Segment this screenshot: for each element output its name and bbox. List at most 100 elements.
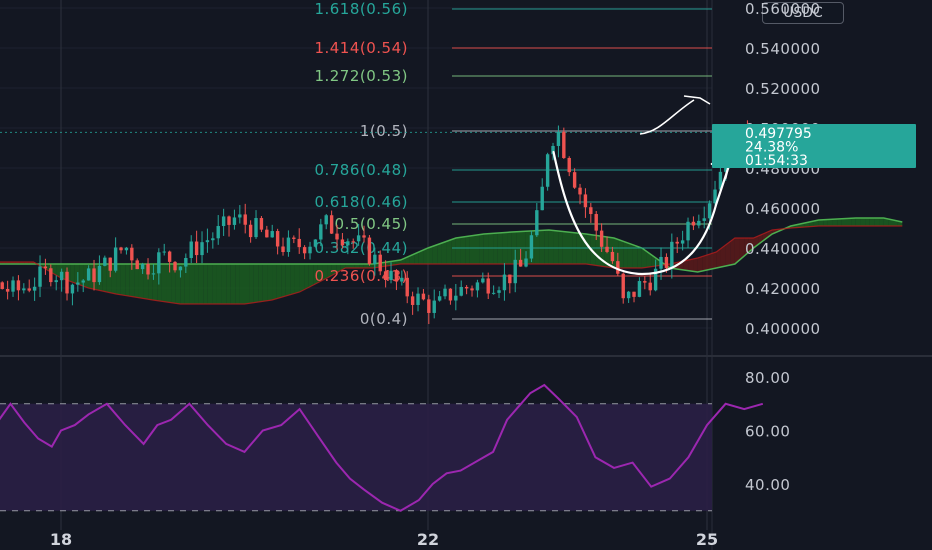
candle-body [594,214,598,231]
candle-body [637,281,642,297]
candle-body [583,194,588,208]
cloud-segment [102,264,107,292]
cloud-segment [432,244,438,264]
cloud-segment [258,264,263,302]
candle-body [675,241,679,244]
cloud-segment [207,264,213,304]
candle-body [373,254,377,265]
candle-body [184,258,188,267]
fib-label: 0(0.4) [360,310,408,328]
candle-body [313,239,318,247]
candle-body [16,280,21,291]
candle-body [119,247,123,251]
candle-body [437,296,442,301]
candle-body [5,288,10,292]
candle-body [432,300,436,313]
price-tick-label: 0.520000 [745,80,821,98]
cloud-segment [285,264,291,296]
candle-body [329,215,334,234]
cloud-segment [469,235,475,264]
candle-body [497,290,501,293]
cloud-segment [441,241,447,264]
cloud-segment [189,264,195,304]
candle-body [535,210,539,236]
candle-body [556,131,561,146]
candle-body [367,237,372,265]
price-chart[interactable]: 1.618(0.56) 1.414(0.54) 1.272(0.53) 1(0.5) 0… [0,0,932,550]
cloud-segment [70,264,75,283]
candle-body [81,280,85,283]
candle-body [146,263,150,275]
cloud-segment [446,239,452,264]
candle-body [22,288,26,291]
cloud-segment [865,218,870,226]
candle-body [27,288,31,291]
fib-label: 0.618(0.46) [314,193,408,211]
cloud-segment [125,264,130,297]
cloud-segment [194,264,199,304]
candle-body [76,282,80,285]
candle-body [378,254,382,272]
cloud-segment [428,246,433,264]
rsi-band [0,403,712,511]
candle-body [448,288,453,301]
candle-body [502,274,507,291]
candle-body [670,241,674,269]
cloud-segment [548,230,554,264]
candle-body [383,271,388,280]
cloud-segment [637,246,642,268]
cloud-segment [623,241,628,268]
cloud-segment [308,264,314,288]
cloud-segment [294,264,300,294]
candle-body [400,277,404,282]
candle-body [470,288,474,291]
last-price-bg [712,124,916,168]
candle-body [578,187,582,195]
cloud-segment [235,264,240,304]
cloud-segment [304,264,309,290]
candle-body [486,278,490,294]
candle-body [356,235,361,242]
cloud-segment [837,218,842,226]
cloud-segment [262,264,268,302]
cloud-segment [711,252,717,269]
candle-body [518,259,523,267]
cloud-segment [846,218,852,226]
candle-body [351,241,355,243]
candle-body [572,172,577,188]
candle-body [0,282,4,289]
candle-body [49,268,53,283]
candle-body [108,257,112,271]
candle-body [140,263,145,270]
candle-body [254,218,258,238]
candle-body [216,226,220,239]
cloud-segment [455,237,461,264]
candle-body [405,277,409,297]
candle-body [59,271,64,281]
cloud-segment [683,260,689,271]
candle-body [286,237,291,253]
cloud-segment [221,264,227,304]
candle-body [643,281,647,283]
candle-body [621,273,625,299]
cloud-segment [120,264,126,296]
cloud-segment [203,264,208,304]
candle-body [416,293,420,305]
cloud-segment [855,218,861,226]
candle-body [464,286,469,289]
cloud-segment [860,218,866,226]
cloud-segment [198,264,204,304]
date-tick-label: 22 [417,530,439,549]
cloud-segment [841,218,847,226]
bar-countdown: 01:54:33 [745,153,808,169]
candle-body [167,251,172,262]
cloud-segment [460,236,466,264]
candle-body [70,284,75,294]
candle-body [97,265,102,283]
candle-body [151,273,156,275]
target-arrow [639,99,695,135]
fib-label: 0.382(0.44) [314,239,408,257]
cloud-segment [216,264,222,304]
cloud-segment [823,219,828,226]
candle-body [632,291,636,297]
